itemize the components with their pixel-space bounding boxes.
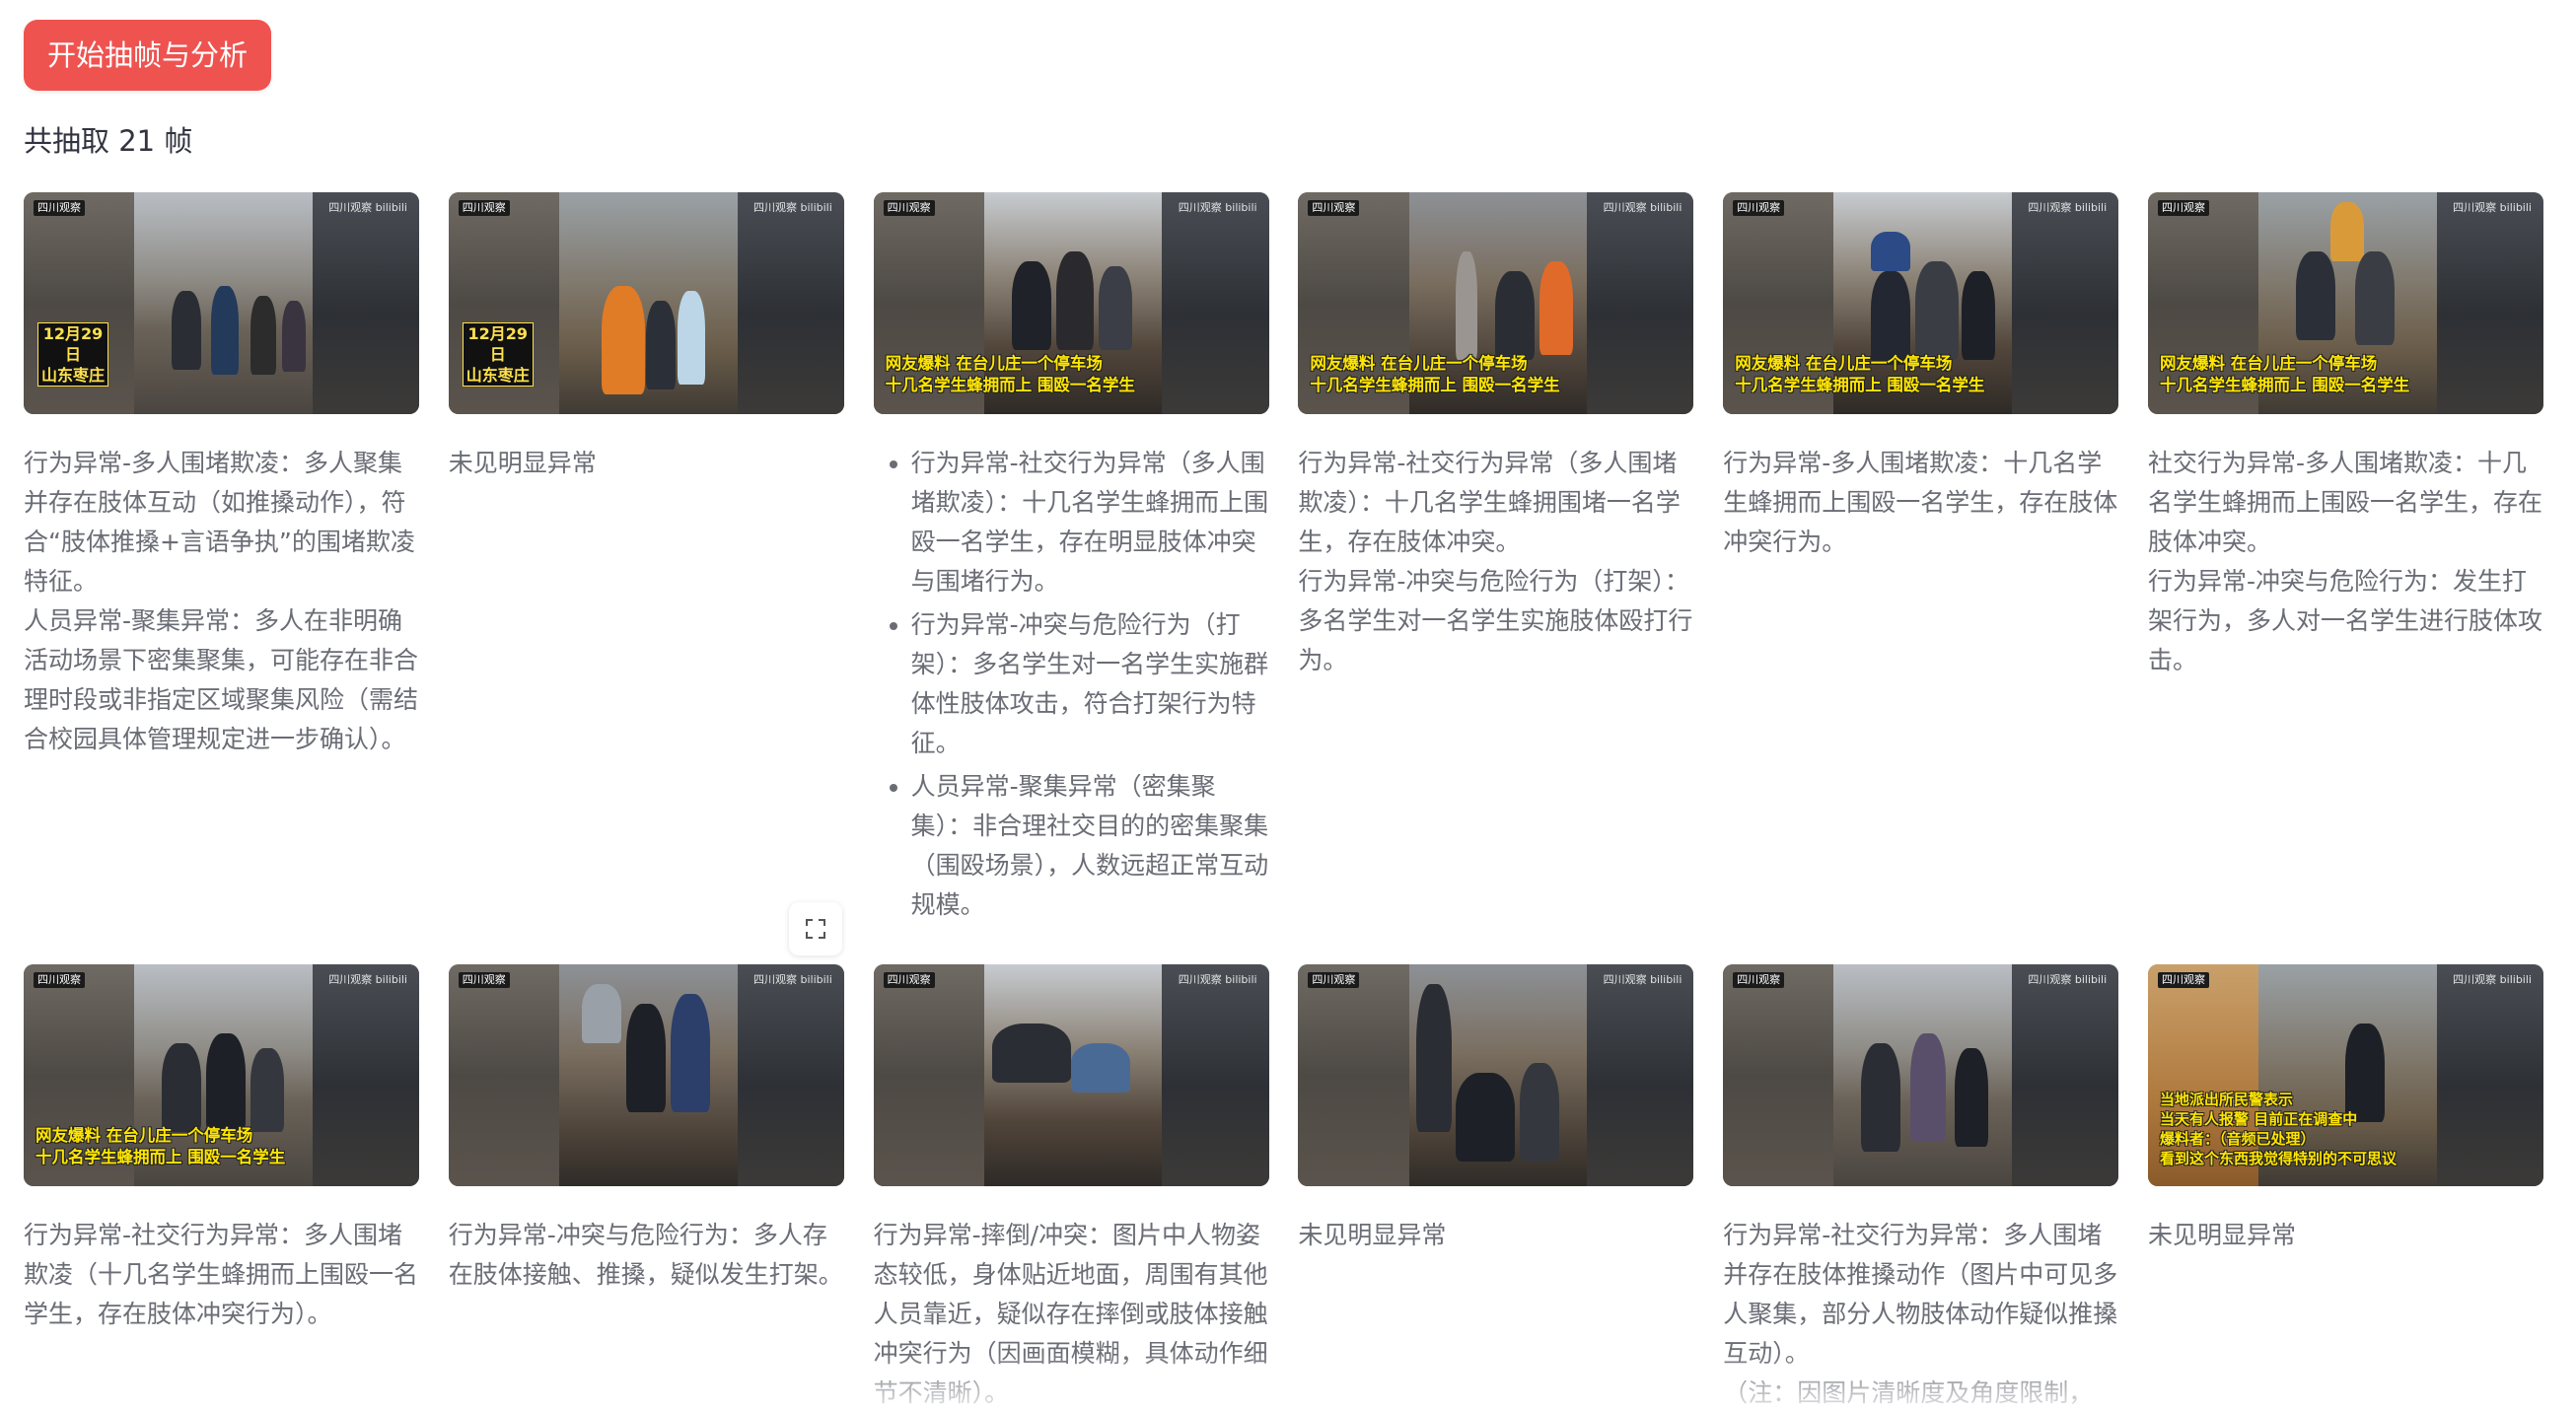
- frame-analysis: 行为异常-多人围堵欺凌：十几名学生蜂拥而上围殴一名学生，存在肢体冲突行为。: [1723, 449, 2118, 556]
- channel-logo: 四川观察: [1733, 200, 1785, 216]
- watermark: 四川观察 bilibili: [328, 201, 407, 214]
- channel-logo: 四川观察: [2157, 200, 2209, 216]
- frame-thumbnail[interactable]: 四川观察 四川观察 bilibili 12月29日 山东枣庄: [448, 192, 844, 414]
- frame-analysis: 未见明显异常: [2147, 1221, 2296, 1249]
- frame-thumbnail[interactable]: 四川观察 四川观察 bilibili: [1298, 964, 1694, 1186]
- channel-logo: 四川观察: [2157, 972, 2209, 988]
- frame-thumbnail[interactable]: 四川观察 四川观察 bilibili: [448, 964, 844, 1186]
- frame-analysis: 社交行为异常-多人围堵欺凌：十几名学生蜂拥而上围殴一名学生，存在肢体冲突。 行为…: [2147, 449, 2542, 674]
- frame-card: 四川观察 四川观察 bilibili 行为异常-冲突与危险行为：多人存在肢体接触…: [448, 964, 844, 1412]
- frame-thumbnail[interactable]: 四川观察 四川观察 bilibili 网友爆料 在台儿庄一个停车场 十几名学生蜂…: [2147, 192, 2543, 414]
- watermark: 四川观察 bilibili: [2028, 973, 2108, 986]
- frame-thumbnail[interactable]: 四川观察 四川观察 bilibili 当地派出所民警表示 当天有人报警 目前正在…: [2147, 964, 2543, 1186]
- channel-logo: 四川观察: [1733, 972, 1785, 988]
- channel-logo: 四川观察: [1308, 972, 1360, 988]
- frame-card: 四川观察 四川观察 bilibili 网友爆料 在台儿庄一个停车场 十几名学生蜂…: [1723, 192, 2119, 929]
- watermark: 四川观察 bilibili: [752, 201, 832, 214]
- video-caption: 当地派出所民警表示 当天有人报警 目前正在调查中 爆料者：（音频已处理） 看到这…: [2159, 1091, 2397, 1167]
- watermark: 四川观察 bilibili: [752, 973, 832, 986]
- channel-logo: 四川观察: [34, 200, 85, 216]
- watermark: 四川观察 bilibili: [328, 973, 407, 986]
- frame-analysis: 行为异常-摔倒/冲突：图片中人物姿态较低，身体贴近地面，周围有其他人员靠近，疑似…: [873, 1221, 1268, 1407]
- start-extraction-button[interactable]: 开始抽帧与分析: [24, 20, 272, 91]
- watermark: 四川观察 bilibili: [1603, 973, 1682, 986]
- frame-thumbnail[interactable]: 四川观察 四川观察 bilibili 网友爆料 在台儿庄一个停车场 十几名学生蜂…: [1723, 192, 2119, 414]
- watermark: 四川观察 bilibili: [2453, 201, 2532, 214]
- watermark: 四川观察 bilibili: [2028, 201, 2108, 214]
- frame-thumbnail[interactable]: 四川观察 四川观察 bilibili: [873, 964, 1269, 1186]
- video-caption: 网友爆料 在台儿庄一个停车场 十几名学生蜂拥而上 围殴一名学生: [36, 1126, 286, 1166]
- frame-card: 四川观察 四川观察 bilibili 行为异常-摔倒/冲突：图片中人物姿态较低，…: [873, 964, 1269, 1412]
- frame-thumbnail[interactable]: 四川观察 四川观察 bilibili 网友爆料 在台儿庄一个停车场 十几名学生蜂…: [1298, 192, 1694, 414]
- frame-thumbnail[interactable]: 四川观察 四川观察 bilibili 12月29日 山东枣庄: [24, 192, 419, 414]
- channel-logo: 四川观察: [458, 200, 510, 216]
- frame-card: 四川观察 四川观察 bilibili 网友爆料 在台儿庄一个停车场 十几名学生蜂…: [873, 192, 1269, 929]
- frame-analysis: 行为异常-社交行为异常：多人围堵欺凌（十几名学生蜂拥而上围殴一名学生，存在肢体冲…: [24, 1221, 419, 1328]
- watermark: 四川观察 bilibili: [1178, 973, 1257, 986]
- frame-thumbnail[interactable]: 四川观察 四川观察 bilibili 网友爆料 在台儿庄一个停车场 十几名学生蜂…: [873, 192, 1269, 414]
- watermark: 四川观察 bilibili: [1603, 201, 1682, 214]
- frame-card: 四川观察 四川观察 bilibili 行为异常-社交行为异常：多人围堵并存在肢体…: [1723, 964, 2119, 1412]
- frame-analysis: 行为异常-社交行为异常：多人围堵并存在肢体推搡动作（图片中可见多人聚集，部分人物…: [1723, 1221, 2118, 1407]
- channel-logo: 四川观察: [883, 200, 935, 216]
- frame-thumbnail[interactable]: 四川观察 四川观察 bilibili 网友爆料 在台儿庄一个停车场 十几名学生蜂…: [24, 964, 419, 1186]
- fullscreen-icon[interactable]: [789, 902, 842, 955]
- frame-card: 四川观察 四川观察 bilibili 当地派出所民警表示 当天有人报警 目前正在…: [2147, 964, 2543, 1412]
- channel-logo: 四川观察: [34, 972, 85, 988]
- channel-logo: 四川观察: [1308, 200, 1360, 216]
- frame-grid-row-2: 四川观察 四川观察 bilibili 网友爆料 在台儿庄一个停车场 十几名学生蜂…: [24, 964, 2543, 1412]
- frame-grid-row-1: 四川观察 四川观察 bilibili 12月29日 山东枣庄 行为异常-多人围堵…: [24, 192, 2543, 929]
- frame-analysis: 未见明显异常: [1298, 1221, 1447, 1249]
- date-location-tag: 12月29日 山东枣庄: [37, 322, 108, 387]
- frame-thumbnail[interactable]: 四川观察 四川观察 bilibili: [1723, 964, 2119, 1186]
- frame-analysis: 行为异常-冲突与危险行为：多人存在肢体接触、推搡，疑似发生打架。: [448, 1221, 843, 1289]
- video-caption: 网友爆料 在台儿庄一个停车场 十几名学生蜂拥而上 围殴一名学生: [1310, 354, 1560, 394]
- video-caption: 网友爆料 在台儿庄一个停车场 十几名学生蜂拥而上 围殴一名学生: [2159, 354, 2410, 394]
- frame-card: 四川观察 四川观察 bilibili 网友爆料 在台儿庄一个停车场 十几名学生蜂…: [2147, 192, 2543, 929]
- frame-count-label: 共抽取 21 帧: [24, 124, 193, 158]
- frame-analysis: 未见明显异常: [448, 449, 597, 477]
- video-caption: 网友爆料 在台儿庄一个停车场 十几名学生蜂拥而上 围殴一名学生: [885, 354, 1135, 394]
- frame-analysis: 行为异常-多人围堵欺凌：多人聚集并存在肢体互动（如推搡动作），符合“肢体推搡+言…: [24, 449, 419, 753]
- frame-analysis: 行为异常-社交行为异常（多人围堵欺凌）：十几名学生蜂拥而上围殴一名学生，存在明显…: [874, 444, 1269, 925]
- date-location-tag: 12月29日 山东枣庄: [462, 322, 534, 387]
- frame-card: 四川观察 四川观察 bilibili 12月29日 山东枣庄 行为异常-多人围堵…: [24, 192, 419, 929]
- watermark: 四川观察 bilibili: [2453, 973, 2532, 986]
- frame-card: 四川观察 四川观察 bilibili 网友爆料 在台儿庄一个停车场 十几名学生蜂…: [1298, 192, 1694, 929]
- frame-card: 四川观察 四川观察 bilibili 12月29日 山东枣庄 未见明显异常: [448, 192, 844, 929]
- frame-analysis: 行为异常-社交行为异常（多人围堵欺凌）：十几名学生蜂拥围堵一名学生，存在肢体冲突…: [1298, 449, 1693, 674]
- frame-card: 四川观察 四川观察 bilibili 网友爆料 在台儿庄一个停车场 十几名学生蜂…: [24, 964, 419, 1412]
- channel-logo: 四川观察: [883, 972, 935, 988]
- channel-logo: 四川观察: [458, 972, 510, 988]
- video-caption: 网友爆料 在台儿庄一个停车场 十几名学生蜂拥而上 围殴一名学生: [1735, 354, 1985, 394]
- watermark: 四川观察 bilibili: [1178, 201, 1257, 214]
- frame-card: 四川观察 四川观察 bilibili 未见明显异常: [1298, 964, 1694, 1412]
